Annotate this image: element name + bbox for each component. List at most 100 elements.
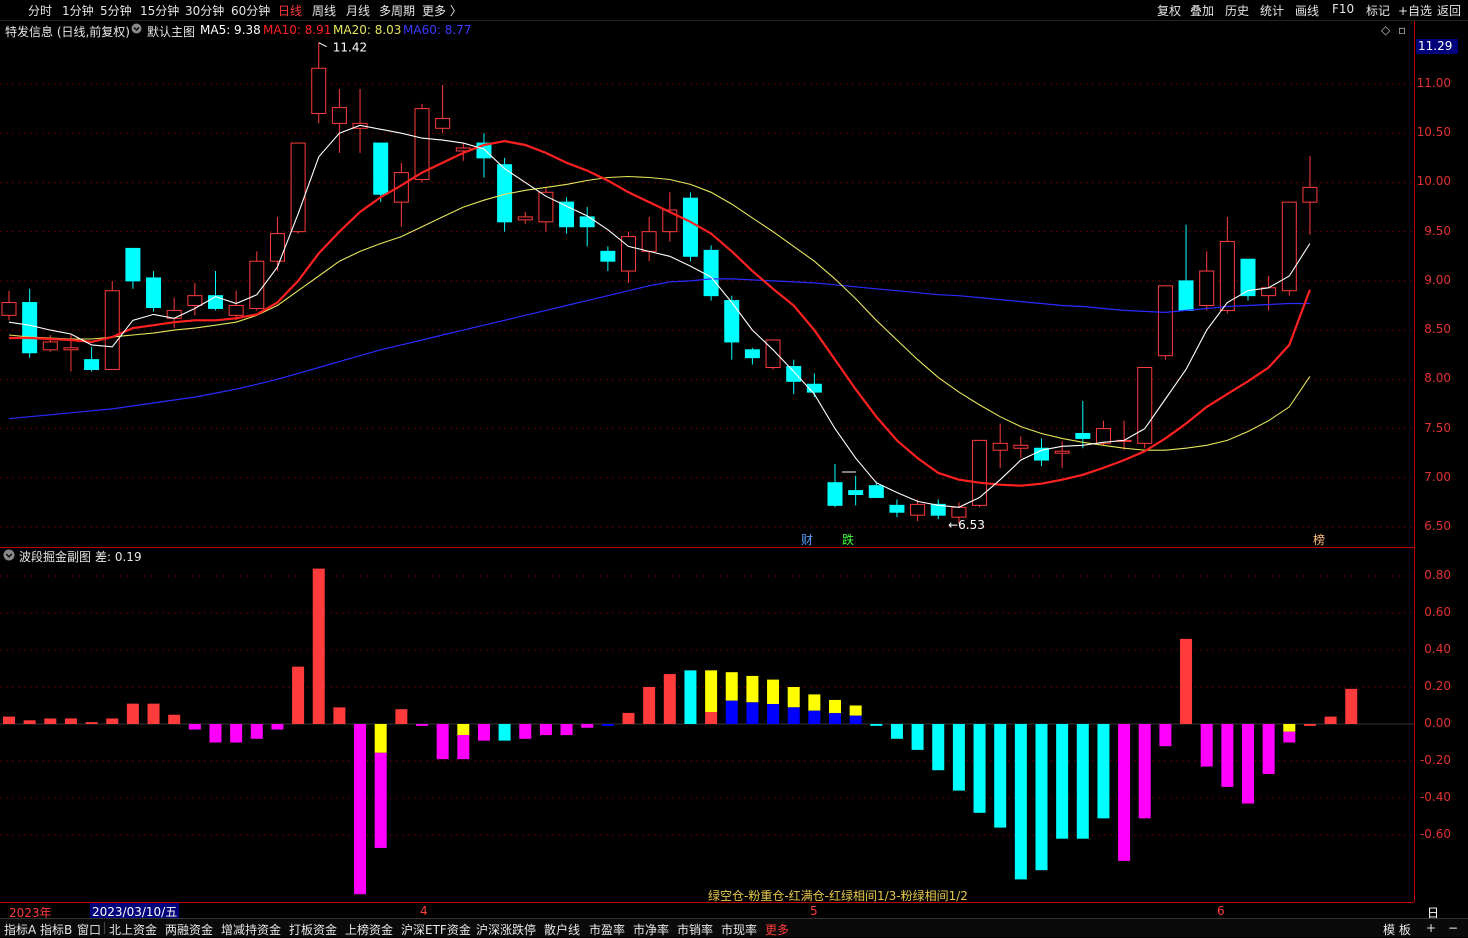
sub-bar — [849, 715, 862, 724]
sub-bar — [168, 714, 181, 724]
month-label-4: 4 — [420, 904, 428, 918]
candle-body — [1157, 285, 1173, 357]
candle-body — [125, 247, 141, 282]
f10-button[interactable]: F10 — [1332, 2, 1354, 16]
kline-svg: 11.42 ←6.53 财 跌 榜 — [0, 41, 1414, 547]
tab-indicator-a[interactable]: 指标A — [4, 921, 36, 938]
diamond-icon[interactable]: ◇ — [1381, 23, 1390, 37]
tab-window[interactable]: 窗口 — [77, 921, 101, 938]
remove-window-button[interactable]: − — [1448, 921, 1458, 935]
period-tab-fenshi[interactable]: 分时 — [28, 2, 52, 19]
sub-bar — [829, 699, 841, 714]
sub-tick: 0.20 — [1424, 679, 1451, 693]
tab-ps[interactable]: 市销率 — [677, 921, 713, 938]
price-axis: 11.29 11.00 10.50 10.00 9.50 9.00 8.50 8.00 7.5… — [1414, 21, 1468, 902]
candle-body — [414, 108, 430, 180]
sub-bar — [147, 703, 160, 724]
candle-body — [1178, 280, 1194, 311]
tab-pe[interactable]: 市盈率 — [589, 921, 625, 938]
tab-limitup-funds[interactable]: 打板资金 — [289, 921, 337, 938]
sub-bar — [932, 724, 945, 771]
sub-bar — [725, 672, 738, 701]
sub-bar — [1180, 638, 1193, 724]
sub-bar — [230, 724, 243, 743]
overlay-button[interactable]: 叠加 — [1190, 2, 1214, 19]
sub-bar — [64, 718, 77, 724]
candle-body — [1054, 450, 1070, 454]
sub-tick: -0.40 — [1419, 790, 1451, 804]
tab-etf-funds[interactable]: 沪深ETF资金 — [401, 921, 471, 938]
ma60-line — [8, 278, 1310, 420]
indicator-tabbar: 指标A 指标B 窗口 北上资金 两融资金 增减持资金 打板资金 上榜资金 沪深E… — [0, 918, 1468, 937]
sub-bar — [767, 704, 780, 724]
history-button[interactable]: 历史 — [1225, 2, 1249, 19]
candle-body — [42, 341, 58, 351]
candle-body — [331, 107, 347, 124]
period-tab-1min[interactable]: 1分钟 — [62, 2, 94, 19]
period-tab-monthly[interactable]: 月线 — [346, 2, 370, 19]
sub-tick: 0.40 — [1424, 642, 1451, 656]
sub-bar — [3, 716, 15, 724]
sub-bar — [292, 666, 305, 724]
period-tab-more[interactable]: 更多 〉 — [422, 2, 462, 19]
period-tab-multi[interactable]: 多周期 — [379, 2, 415, 19]
period-tab-weekly[interactable]: 周线 — [312, 2, 336, 19]
sub-tick: 0.00 — [1424, 716, 1451, 730]
candle-body — [1281, 201, 1297, 292]
back-button[interactable]: 返回 — [1437, 2, 1461, 19]
tab-more[interactable]: 更多 — [765, 921, 789, 938]
candle-body — [744, 349, 760, 359]
candle-body — [84, 359, 100, 370]
candle-body — [1199, 270, 1215, 307]
candle-body — [868, 485, 884, 498]
period-tab-daily[interactable]: 日线 — [278, 2, 302, 19]
period-tab-5min[interactable]: 5分钟 — [100, 2, 132, 19]
tab-pb[interactable]: 市净率 — [633, 921, 669, 938]
draw-line-button[interactable]: 画线 — [1295, 2, 1319, 19]
expand-icon[interactable]: ▫ — [1398, 23, 1406, 37]
template-name[interactable]: 默认主图 — [147, 23, 195, 40]
period-tab-60min[interactable]: 60分钟 — [231, 2, 270, 19]
mark-button[interactable]: 标记 — [1366, 2, 1390, 19]
add-watchlist-button[interactable]: +自选 — [1398, 2, 1432, 19]
candle-body — [104, 290, 120, 370]
sub-bar — [787, 707, 800, 724]
candle-body — [269, 233, 285, 262]
candle-body — [1, 302, 17, 316]
sub-bar — [1159, 724, 1172, 747]
candle-body — [703, 249, 719, 297]
sub-tick: 0.80 — [1424, 568, 1451, 582]
candle-body — [786, 366, 802, 382]
candle-body — [724, 300, 740, 343]
tab-margin[interactable]: 两融资金 — [165, 921, 213, 938]
price-tick: 7.00 — [1424, 469, 1451, 484]
stats-button[interactable]: 统计 — [1260, 2, 1284, 19]
tab-holdings-change[interactable]: 增减持资金 — [221, 921, 281, 938]
month-label-5: 5 — [810, 904, 818, 918]
sub-svg — [0, 568, 1414, 895]
template-dropdown-icon[interactable] — [131, 23, 142, 37]
candle-body — [517, 216, 533, 221]
candle-body — [682, 197, 698, 257]
sub-bar — [829, 713, 841, 724]
sub-bar — [1200, 724, 1213, 767]
sub-indicator-chart[interactable]: 波段掘金副图 差: 0.19 绿空仓-粉重仓-红满仓-红绿相间1/3-粉绿相间1… — [0, 548, 1414, 903]
price-tick: 10.50 — [1416, 125, 1451, 140]
period-tab-30min[interactable]: 30分钟 — [185, 2, 224, 19]
fuquan-button[interactable]: 复权 — [1157, 2, 1181, 19]
add-window-button[interactable]: + — [1426, 921, 1436, 935]
tab-retail-line[interactable]: 散户线 — [544, 921, 580, 938]
template-button[interactable]: 模 板 — [1383, 921, 1411, 938]
tab-billboard-funds[interactable]: 上榜资金 — [345, 921, 393, 938]
tab-limit-updown[interactable]: 沪深涨跌停 — [476, 921, 536, 938]
sub-bar — [1283, 731, 1296, 743]
candle-body — [579, 216, 595, 228]
sub-bar — [911, 724, 924, 750]
sub-bar — [1118, 724, 1131, 861]
main-kline-chart[interactable]: 11.42 ←6.53 财 跌 榜 — [0, 39, 1414, 548]
period-tab-15min[interactable]: 15分钟 — [140, 2, 179, 19]
tab-northbound[interactable]: 北上资金 — [109, 921, 157, 938]
tab-pcf[interactable]: 市现率 — [721, 921, 757, 938]
tab-indicator-b[interactable]: 指标B — [40, 921, 72, 938]
price-tick: 9.50 — [1424, 223, 1451, 238]
